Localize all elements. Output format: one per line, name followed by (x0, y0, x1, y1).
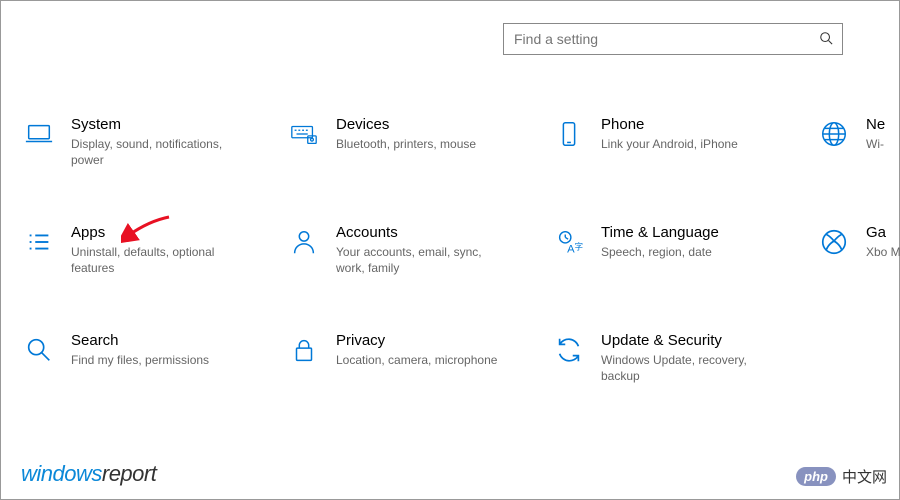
list-icon (21, 224, 57, 260)
keyboard-icon (286, 116, 322, 152)
phone-icon (551, 116, 587, 152)
tile-text: Update & Security Windows Update, recove… (601, 332, 791, 384)
search-container (503, 23, 843, 55)
tile-desc: Your accounts, email, sync, work, family (336, 244, 506, 276)
tile-accounts[interactable]: Accounts Your accounts, email, sync, wor… (286, 214, 551, 322)
tile-title: Devices (336, 116, 476, 133)
tile-text: Accounts Your accounts, email, sync, wor… (336, 224, 526, 276)
tile-apps[interactable]: Apps Uninstall, defaults, optional featu… (21, 214, 286, 322)
tile-title: Time & Language (601, 224, 719, 241)
tile-desc: Uninstall, defaults, optional features (71, 244, 241, 276)
tile-system[interactable]: System Display, sound, notifications, po… (21, 106, 286, 214)
tile-phone[interactable]: Phone Link your Android, iPhone (551, 106, 816, 214)
tile-update-security[interactable]: Update & Security Windows Update, recove… (551, 322, 816, 430)
tile-title: Accounts (336, 224, 506, 241)
tile-search[interactable]: Search Find my files, permissions (21, 322, 286, 430)
tile-title: Ne (866, 116, 885, 133)
tile-devices[interactable]: Devices Bluetooth, printers, mouse (286, 106, 551, 214)
tile-text: Search Find my files, permissions (71, 332, 229, 368)
magnifier-icon (21, 332, 57, 368)
tile-desc: Display, sound, notifications, power (71, 136, 241, 168)
globe-icon (816, 116, 852, 152)
tile-title: Apps (71, 224, 241, 241)
tile-desc: Xbo Mo (866, 244, 900, 260)
tile-title: Update & Security (601, 332, 771, 349)
tile-text: Privacy Location, camera, microphone (336, 332, 517, 368)
php-pill: php (796, 467, 836, 486)
windowsreport-logo: windowsreport (21, 461, 156, 487)
tile-title: Ga (866, 224, 900, 241)
tile-title: Privacy (336, 332, 497, 349)
tile-desc: Speech, region, date (601, 244, 719, 260)
tile-desc: Bluetooth, printers, mouse (336, 136, 476, 152)
tile-desc: Wi- (866, 136, 885, 152)
tile-title: Search (71, 332, 209, 349)
svg-text:字: 字 (575, 242, 583, 252)
tile-text: Ga Xbo Mo (866, 224, 900, 260)
tile-title: System (71, 116, 241, 133)
time-language-icon: A 字 (551, 224, 587, 260)
tile-network[interactable]: Ne Wi- (816, 106, 900, 214)
search-icon (819, 31, 833, 45)
lock-icon (286, 332, 322, 368)
phpcn-text: 中文网 (842, 466, 887, 487)
tile-text: Devices Bluetooth, printers, mouse (336, 116, 496, 152)
tile-text: Phone Link your Android, iPhone (601, 116, 758, 152)
logo-part-a: windows (21, 461, 102, 486)
tile-text: Ne Wi- (866, 116, 900, 152)
phpcn-logo: php 中文网 (796, 466, 887, 487)
tile-privacy[interactable]: Privacy Location, camera, microphone (286, 322, 551, 430)
logo-part-b: report (102, 461, 156, 486)
tile-desc: Windows Update, recovery, backup (601, 352, 771, 384)
tile-text: Apps Uninstall, defaults, optional featu… (71, 224, 261, 276)
tile-time-language[interactable]: A 字 Time & Language Speech, region, date (551, 214, 816, 322)
tile-title: Phone (601, 116, 738, 133)
xbox-icon (816, 224, 852, 260)
sync-icon (551, 332, 587, 368)
tile-text: Time & Language Speech, region, date (601, 224, 739, 260)
tile-desc: Location, camera, microphone (336, 352, 497, 368)
tile-text: System Display, sound, notifications, po… (71, 116, 261, 168)
search-input[interactable] (503, 23, 843, 55)
person-icon (286, 224, 322, 260)
laptop-icon (21, 116, 57, 152)
tile-gaming[interactable]: Ga Xbo Mo (816, 214, 900, 322)
settings-grid: System Display, sound, notifications, po… (21, 106, 899, 430)
tile-desc: Link your Android, iPhone (601, 136, 738, 152)
tile-desc: Find my files, permissions (71, 352, 209, 368)
